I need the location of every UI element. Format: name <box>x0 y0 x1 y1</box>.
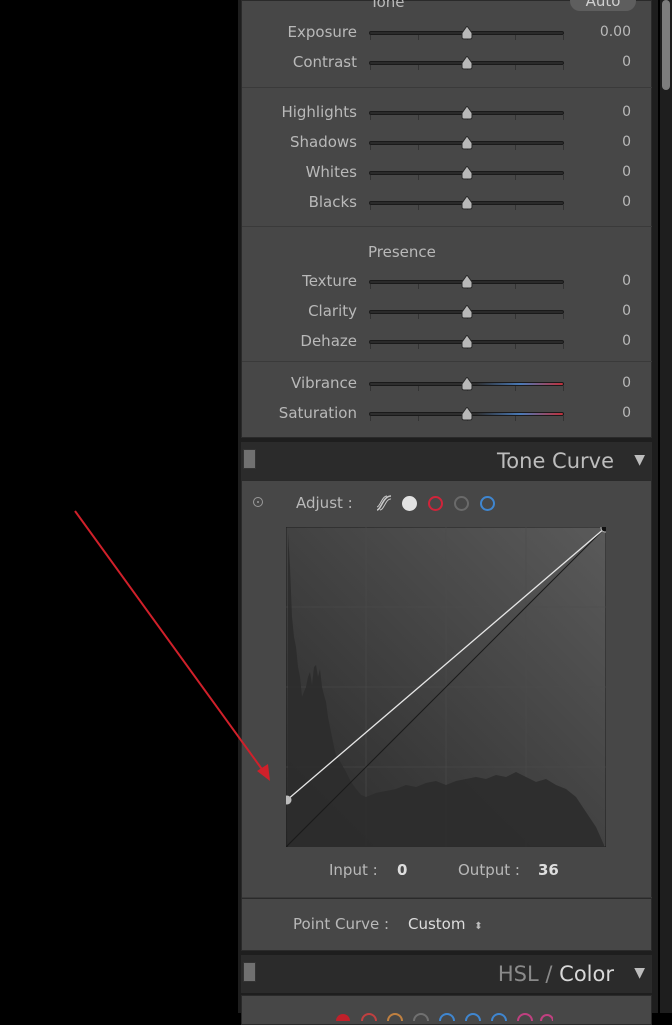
annotation-arrow <box>74 510 270 781</box>
